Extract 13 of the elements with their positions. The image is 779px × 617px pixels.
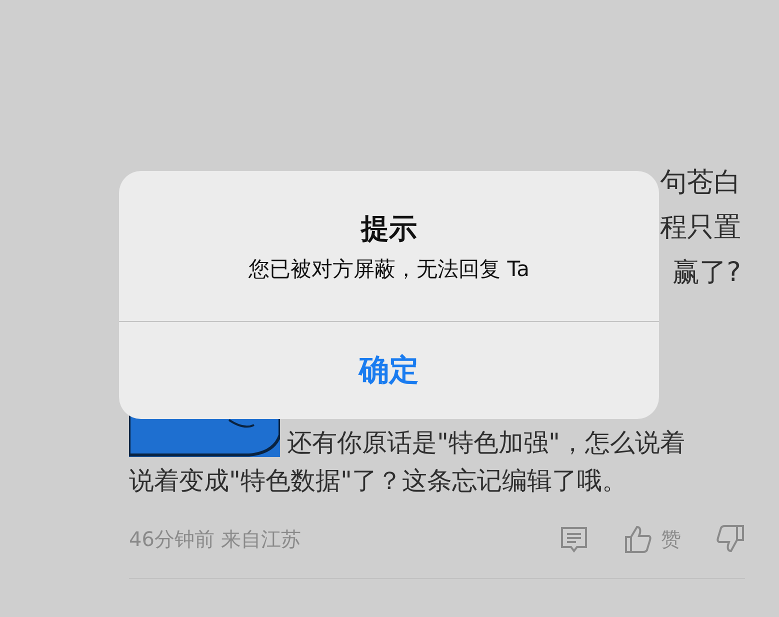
thumbs-up-icon	[623, 524, 653, 554]
confirm-button[interactable]: 确定	[119, 322, 659, 419]
comment-text: 说着变成"特色数据"了？这条忘记编辑了哦。	[129, 465, 627, 497]
post-text: 程只置	[660, 211, 741, 245]
alert-title: 提示	[361, 211, 417, 247]
comment-meta: 46分钟前 来自江苏	[129, 526, 301, 552]
post-text: 赢了?	[672, 256, 741, 290]
alert-message: 您已被对方屏蔽，无法回复 Ta	[248, 256, 530, 283]
like-button[interactable]: 赞	[623, 524, 681, 554]
comment-text: 还有你原话是"特色加强"，怎么说着	[287, 427, 685, 459]
post-text: 句苍白	[660, 166, 741, 200]
thumbs-down-icon[interactable]	[715, 524, 745, 554]
comment-icon[interactable]	[559, 524, 589, 554]
